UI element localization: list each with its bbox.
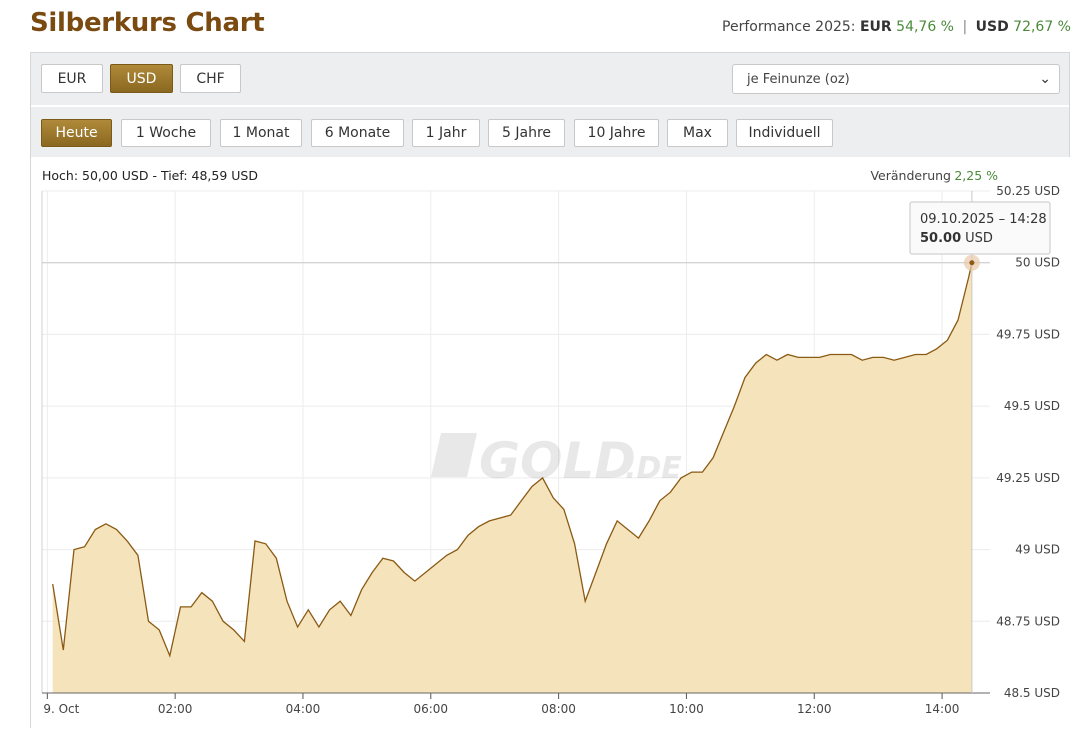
y-tick-label: 49.5 USD	[1004, 399, 1060, 413]
performance-usd-value: 72,67 %	[1013, 19, 1071, 35]
x-axis: 9. Oct 02:00 04:00 06:00 08:00 10:00 12:00 14:0…	[42, 692, 990, 716]
performance-eur-value: 54,76 %	[896, 19, 954, 35]
svg-text:GOLD: GOLD	[479, 432, 636, 490]
y-tick-label: 50 USD	[1015, 256, 1060, 270]
x-tick-label: 9. Oct	[43, 702, 79, 716]
tooltip-unit: USD	[965, 231, 993, 246]
chart-area: Hoch: 50,00 USD - Tief: 48,59 USD Veränd…	[31, 157, 1071, 729]
range-5-years-button[interactable]: 5 Jahre	[488, 119, 565, 147]
hover-point	[969, 260, 975, 266]
unit-select[interactable]: je Feinunze (oz) ⌄	[732, 64, 1060, 94]
x-tick-label: 10:00	[669, 702, 704, 716]
range-1-year-button[interactable]: 1 Jahr	[412, 119, 480, 147]
tooltip-value: 50.00	[920, 231, 961, 246]
chart-panel: EUR USD CHF je Feinunze (oz) ⌄ Heute 1 W…	[30, 52, 1071, 729]
svg-text:.DE: .DE	[625, 451, 682, 486]
y-tick-label: 49 USD	[1015, 543, 1060, 557]
high-low-stats: Hoch: 50,00 USD - Tief: 48,59 USD	[42, 168, 258, 183]
x-tick-label: 06:00	[413, 702, 448, 716]
toolbar-divider	[31, 105, 1069, 107]
tooltip-datetime: 09.10.2025 – 14:28	[920, 212, 1047, 227]
performance-label: Performance 2025:	[722, 19, 856, 35]
y-axis: 50.25 USD 50 USD 49.75 USD 49.5 USD 49.25 US…	[996, 184, 1060, 700]
x-tick-label: 04:00	[286, 702, 321, 716]
range-custom-button[interactable]: Individuell	[736, 119, 833, 147]
change-value: 2,25 %	[954, 168, 998, 183]
y-tick-label: 48.5 USD	[1004, 686, 1060, 700]
change-label: Veränderung	[870, 168, 951, 183]
chevron-down-icon: ⌄	[1039, 71, 1051, 87]
performance-separator: |	[962, 19, 968, 35]
range-6-months-button[interactable]: 6 Monate	[311, 119, 404, 147]
tooltip-value-line: 50.00 USD	[920, 231, 993, 246]
page-title: Silberkurs Chart	[30, 8, 265, 38]
watermark-logo: GOLD .DE	[431, 432, 682, 490]
range-1-month-button[interactable]: 1 Monat	[220, 119, 302, 147]
range-today-button[interactable]: Heute	[41, 119, 112, 147]
currency-usd-button[interactable]: USD	[110, 64, 173, 93]
performance-summary: Performance 2025: EUR 54,76 % | USD 72,6…	[722, 19, 1071, 35]
y-tick-label: 50.25 USD	[996, 184, 1060, 198]
currency-eur-button[interactable]: EUR	[41, 64, 103, 93]
range-10-years-button[interactable]: 10 Jahre	[574, 119, 659, 147]
x-tick-label: 02:00	[158, 702, 193, 716]
y-tick-label: 48.75 USD	[996, 614, 1060, 628]
unit-select-value: je Feinunze (oz)	[747, 71, 850, 87]
range-1-week-button[interactable]: 1 Woche	[121, 119, 211, 147]
y-tick-label: 49.75 USD	[996, 327, 1060, 341]
x-tick-label: 08:00	[541, 702, 576, 716]
tooltip: 09.10.2025 – 14:28 50.00 USD	[909, 201, 1051, 255]
range-max-button[interactable]: Max	[667, 119, 728, 147]
x-tick-label: 12:00	[797, 702, 832, 716]
performance-usd-label: USD	[975, 19, 1009, 35]
performance-eur-label: EUR	[859, 19, 892, 35]
price-chart[interactable]: Hoch: 50,00 USD - Tief: 48,59 USD Veränd…	[31, 157, 1071, 729]
y-tick-label: 49.25 USD	[996, 471, 1060, 485]
x-tick-label: 14:00	[925, 702, 960, 716]
currency-chf-button[interactable]: CHF	[180, 64, 241, 93]
